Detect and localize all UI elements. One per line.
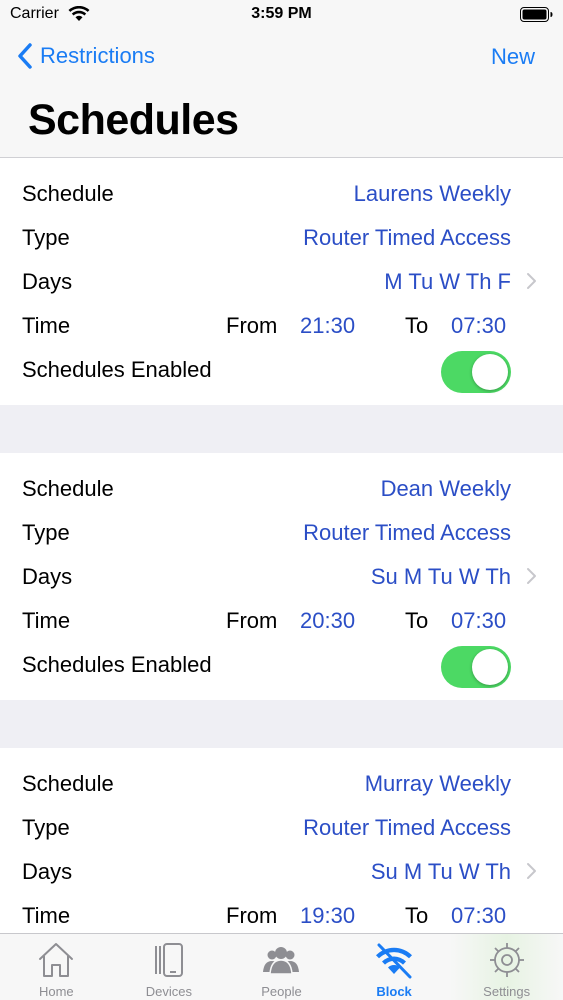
back-button-label: Restrictions [40, 43, 155, 68]
schedule-card: Schedule Dean Weekly Type Router Timed A… [0, 453, 563, 700]
chevron-right-icon [527, 568, 536, 584]
tab-settings[interactable]: Settings [450, 934, 563, 1000]
to-label: To [405, 608, 429, 633]
toggle-knob [472, 649, 508, 685]
back-button[interactable]: Restrictions [16, 42, 155, 70]
tab-people[interactable]: People [225, 934, 338, 1000]
schedule-name-row[interactable]: Schedule Murray Weekly [0, 761, 563, 805]
from-label: From [226, 608, 278, 633]
time-label: Time [22, 903, 71, 928]
page-title: Schedules [28, 96, 239, 144]
schedule-enabled-row: Schedules Enabled [0, 642, 563, 690]
schedule-label: Schedule [22, 771, 114, 796]
devices-icon [154, 943, 183, 977]
type-value: Router Timed Access [303, 815, 511, 840]
clock: 3:59 PM [251, 5, 312, 22]
from-label: From [226, 903, 278, 928]
tab-label: Devices [145, 984, 193, 999]
schedule-days-row[interactable]: Days Su M Tu W Th [0, 849, 563, 893]
chevron-left-icon [18, 43, 32, 69]
type-value: Router Timed Access [303, 225, 511, 250]
new-button[interactable]: New [491, 44, 535, 70]
days-label: Days [22, 564, 73, 589]
days-value: Su M Tu W Th [370, 859, 511, 884]
schedule-time-row: Time From 21:30 To 07:30 [0, 303, 563, 347]
tab-label: People [261, 984, 302, 999]
schedule-name-value: Dean Weekly [380, 476, 511, 501]
time-label: Time [22, 608, 71, 633]
schedule-time-row: Time From 20:30 To 07:30 [0, 598, 563, 642]
type-value: Router Timed Access [303, 520, 511, 545]
tab-block[interactable]: Block [338, 934, 451, 1000]
schedule-name-row[interactable]: Schedule Laurens Weekly [0, 171, 563, 215]
schedule-type-row[interactable]: Type Router Timed Access [0, 215, 563, 259]
chevron-right-icon [527, 863, 536, 879]
schedule-name-value: Laurens Weekly [353, 181, 511, 206]
from-time-value[interactable]: 20:30 [300, 608, 355, 634]
schedule-list[interactable]: Schedule Laurens Weekly Type Router Time… [0, 158, 563, 933]
tab-label: Settings [483, 984, 531, 999]
days-label: Days [22, 859, 73, 884]
status-bar: Carrier 3:59 PM [0, 0, 563, 30]
gear-icon [489, 943, 524, 977]
schedule-type-row[interactable]: Type Router Timed Access [0, 805, 563, 849]
wifi-block-icon [376, 943, 413, 979]
schedule-card: Schedule Murray Weekly Type Router Timed… [0, 748, 563, 933]
to-label: To [405, 313, 429, 338]
type-label: Type [22, 225, 70, 250]
toggle-knob [472, 354, 508, 390]
schedule-name-row[interactable]: Schedule Dean Weekly [0, 466, 563, 510]
schedule-type-row[interactable]: Type Router Timed Access [0, 510, 563, 554]
battery-icon [520, 7, 553, 22]
schedule-enabled-row: Schedules Enabled [0, 347, 563, 395]
schedule-label: Schedule [22, 181, 114, 206]
days-label: Days [22, 269, 73, 294]
type-label: Type [22, 815, 70, 840]
to-label: To [405, 903, 429, 928]
home-icon [39, 943, 74, 977]
time-label: Time [22, 313, 71, 338]
schedule-enabled-toggle[interactable] [441, 351, 511, 393]
enabled-label: Schedules Enabled [22, 357, 212, 382]
to-time-value[interactable]: 07:30 [451, 313, 506, 339]
schedule-card: Schedule Laurens Weekly Type Router Time… [0, 158, 563, 405]
to-time-value[interactable]: 07:30 [451, 608, 506, 634]
schedule-enabled-toggle[interactable] [441, 646, 511, 688]
days-value: Su M Tu W Th [370, 564, 511, 589]
from-time-value[interactable]: 19:30 [300, 903, 355, 929]
days-value: M Tu W Th F [384, 269, 511, 294]
tab-devices[interactable]: Devices [113, 934, 226, 1000]
schedule-days-row[interactable]: Days M Tu W Th F [0, 259, 563, 303]
schedule-time-row: Time From 19:30 To 07:30 [0, 893, 563, 933]
tab-home[interactable]: Home [0, 934, 113, 1000]
tab-label: Home [38, 984, 74, 999]
schedule-name-value: Murray Weekly [364, 771, 511, 796]
navigation-bar: Restrictions New Schedules [0, 30, 563, 158]
tab-label: Block [376, 984, 412, 999]
from-time-value[interactable]: 21:30 [300, 313, 355, 339]
people-icon [263, 947, 300, 975]
schedule-label: Schedule [22, 476, 114, 501]
type-label: Type [22, 520, 70, 545]
enabled-label: Schedules Enabled [22, 652, 212, 677]
chevron-right-icon [527, 273, 536, 289]
tab-bar: Home Devices People Block Settings [0, 933, 563, 1000]
schedule-days-row[interactable]: Days Su M Tu W Th [0, 554, 563, 598]
from-label: From [226, 313, 278, 338]
to-time-value[interactable]: 07:30 [451, 903, 506, 929]
